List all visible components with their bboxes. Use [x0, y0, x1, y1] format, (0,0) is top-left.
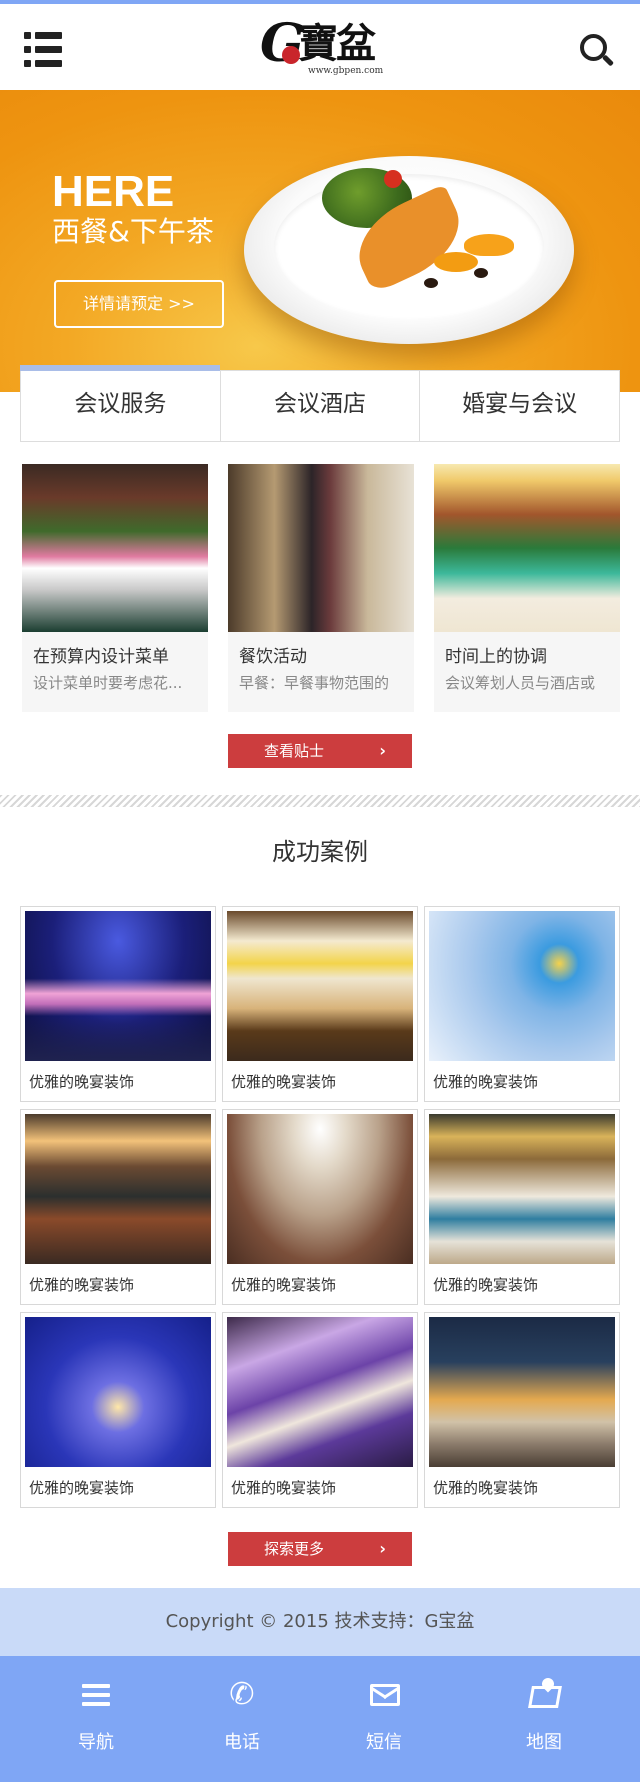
tip-image [228, 464, 414, 632]
tip-title: 时间上的协调 [445, 647, 547, 667]
case-card[interactable]: 优雅的晚宴装饰 [424, 906, 620, 1102]
phone-icon: ✆ [229, 1677, 255, 1712]
tip-description: 会议筹划人员与酒店或 [445, 674, 596, 692]
case-card[interactable]: 优雅的晚宴装饰 [20, 1312, 216, 1508]
case-caption: 优雅的晚宴装饰 [231, 1276, 337, 1294]
tip-description: 早餐：早餐事物范围的 [239, 674, 390, 692]
case-card[interactable]: 优雅的晚宴装饰 [20, 906, 216, 1102]
case-caption: 优雅的晚宴装饰 [29, 1073, 135, 1091]
hero-banner[interactable]: HERE 西餐&下午茶 详情请预定 >> [0, 90, 640, 392]
case-caption: 优雅的晚宴装饰 [231, 1073, 337, 1091]
site-header: G 寶盆 www.gbpen.com [0, 4, 640, 90]
view-tips-button[interactable]: 查看贴士 › [228, 734, 412, 768]
bottom-nav-label: 导航 [78, 1732, 114, 1753]
bottom-nav-navigation[interactable]: 导航 [36, 1656, 156, 1782]
case-card[interactable]: 优雅的晚宴装饰 [222, 906, 418, 1102]
case-caption: 优雅的晚宴装饰 [231, 1479, 337, 1497]
case-caption: 优雅的晚宴装饰 [29, 1479, 135, 1497]
cases-grid: 优雅的晚宴装饰 优雅的晚宴装饰 优雅的晚宴装饰 优雅的晚宴装饰 优雅的晚宴装饰 … [20, 906, 622, 1510]
dish-plate-image [244, 156, 574, 344]
menu-list-icon[interactable] [24, 32, 62, 68]
section-divider [0, 795, 640, 807]
tip-image [434, 464, 620, 632]
case-image [429, 1317, 615, 1467]
case-image [429, 911, 615, 1061]
bottom-nav-bar: 导航 ✆ 电话 短信 地图 [0, 1656, 640, 1782]
case-card[interactable]: 优雅的晚宴装饰 [222, 1312, 418, 1508]
tab-meeting-service[interactable]: 会议服务 [20, 365, 221, 441]
chevron-right-icon: › [379, 741, 386, 760]
case-image [25, 911, 211, 1061]
case-caption: 优雅的晚宴装饰 [433, 1073, 539, 1091]
tip-card[interactable]: 在预算内设计菜单 设计菜单时要考虑花... [22, 464, 208, 712]
explore-more-button[interactable]: 探索更多 › [228, 1532, 412, 1566]
menu-icon [80, 1678, 112, 1712]
bottom-nav-phone[interactable]: ✆ 电话 [182, 1656, 302, 1782]
case-image [429, 1114, 615, 1264]
tab-meeting-hotel[interactable]: 会议酒店 [221, 371, 421, 441]
chevron-right-icon: › [379, 1539, 386, 1558]
case-image [227, 1317, 413, 1467]
cases-heading: 成功案例 [272, 838, 368, 866]
tip-title: 餐饮活动 [239, 647, 307, 667]
tip-card[interactable]: 时间上的协调 会议筹划人员与酒店或 [434, 464, 620, 712]
case-card[interactable]: 优雅的晚宴装饰 [222, 1109, 418, 1305]
site-logo[interactable]: G 寶盆 www.gbpen.com [258, 16, 384, 82]
map-icon [528, 1675, 562, 1712]
case-image [227, 1114, 413, 1264]
copyright-footer: Copyright © 2015 技术支持：G宝盆 [0, 1588, 640, 1656]
case-card[interactable]: 优雅的晚宴装饰 [424, 1312, 620, 1508]
case-card[interactable]: 优雅的晚宴装饰 [20, 1109, 216, 1305]
tab-wedding-meeting[interactable]: 婚宴与会议 [420, 371, 619, 441]
bottom-nav-map[interactable]: 地图 [484, 1656, 604, 1782]
case-card[interactable]: 优雅的晚宴装饰 [424, 1109, 620, 1305]
copyright-text: Copyright © 2015 技术支持：G宝盆 [165, 1611, 475, 1632]
explore-more-label: 探索更多 [264, 1540, 325, 1558]
reservation-button[interactable]: 详情请预定 >> [54, 280, 224, 328]
case-image [25, 1317, 211, 1467]
bottom-nav-sms[interactable]: 短信 [324, 1656, 444, 1782]
case-caption: 优雅的晚宴装饰 [29, 1276, 135, 1294]
case-image [227, 911, 413, 1061]
banner-subtitle: 西餐&下午茶 [52, 215, 214, 248]
tip-image [22, 464, 208, 632]
search-icon[interactable] [580, 34, 615, 68]
case-image [25, 1114, 211, 1264]
bottom-nav-label: 电话 [224, 1732, 260, 1753]
tip-description: 设计菜单时要考虑花... [33, 674, 183, 692]
service-tabs: 会议服务 会议酒店 婚宴与会议 [20, 365, 620, 442]
case-caption: 优雅的晚宴装饰 [433, 1276, 539, 1294]
case-caption: 优雅的晚宴装饰 [433, 1479, 539, 1497]
logo-chinese: 寶盆 [298, 20, 376, 67]
tip-title: 在预算内设计菜单 [33, 647, 169, 667]
bottom-nav-label: 地图 [526, 1732, 562, 1753]
mail-icon [368, 1678, 400, 1712]
view-tips-label: 查看贴士 [264, 742, 325, 760]
banner-title: HERE [52, 167, 175, 216]
logo-url: www.gbpen.com [308, 66, 384, 76]
bottom-nav-label: 短信 [366, 1732, 402, 1753]
tips-list: 在预算内设计菜单 设计菜单时要考虑花... 餐饮活动 早餐：早餐事物范围的 时间… [22, 464, 620, 712]
tip-card[interactable]: 餐饮活动 早餐：早餐事物范围的 [228, 464, 414, 712]
